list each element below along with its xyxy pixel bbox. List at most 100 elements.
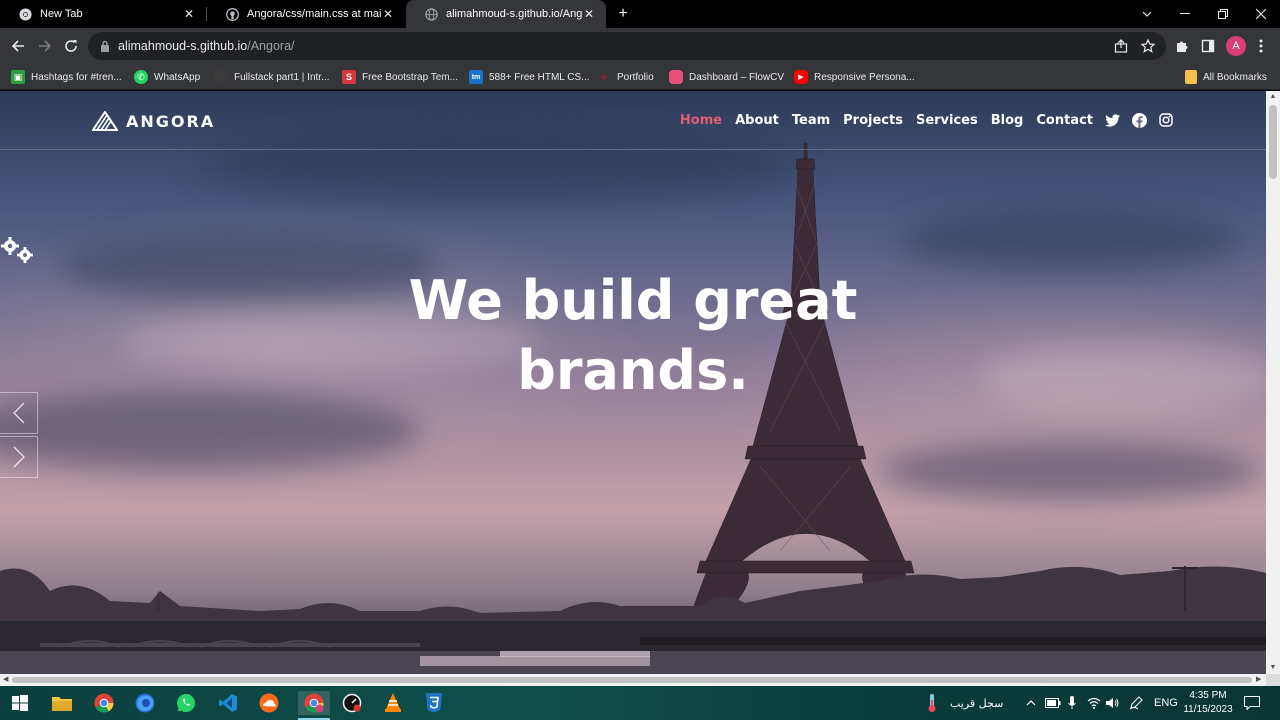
all-bookmarks-button[interactable]: All Bookmarks	[1185, 69, 1267, 85]
nav-services[interactable]: Services	[916, 113, 978, 128]
chrome-icon	[18, 7, 32, 21]
all-bookmarks-label: All Bookmarks	[1203, 71, 1267, 83]
url-text: alimahmoud-s.github.io/Angora/	[118, 39, 295, 53]
bookmark-item[interactable]: ▶ Responsive Persona...	[794, 69, 915, 85]
kebab-menu-icon[interactable]	[1252, 37, 1270, 55]
bookmark-item[interactable]: tm 588+ Free HTML CS...	[469, 69, 590, 85]
wifi-icon[interactable]	[1087, 686, 1101, 720]
extensions-icon[interactable]	[1173, 37, 1191, 55]
scrollbar-thumb[interactable]	[1269, 105, 1277, 179]
chrome-profile-icon[interactable]	[298, 691, 330, 715]
tab-angora[interactable]: alimahmoud-s.github.io/Angora ✕	[406, 0, 606, 28]
tab-new-tab[interactable]: New Tab ✕	[0, 0, 206, 28]
close-tab-icon[interactable]: ✕	[582, 7, 596, 21]
file-explorer-icon[interactable]	[50, 691, 74, 715]
bookmark-item[interactable]: ★ Portfolio	[597, 69, 654, 85]
youtube-icon: ▶	[794, 70, 808, 84]
microphone-icon[interactable]	[1068, 686, 1076, 720]
tm-icon: tm	[469, 70, 483, 84]
language-indicator[interactable]: ENG	[1154, 686, 1178, 720]
twitter-icon[interactable]	[1104, 112, 1120, 128]
scroll-down-arrow-icon[interactable]: ▼	[1269, 664, 1277, 672]
instagram-icon[interactable]	[1158, 112, 1174, 128]
scrollbar-corner	[1266, 674, 1280, 686]
image-icon: ▣	[11, 70, 25, 84]
scrollbar-thumb[interactable]	[12, 677, 1252, 683]
tray-overflow-icon[interactable]	[1026, 686, 1036, 720]
side-panel-icon[interactable]	[1199, 37, 1217, 55]
chrome-icon[interactable]	[92, 691, 116, 715]
clock-time: 4:35 PM	[1189, 690, 1227, 701]
main-nav: Home About Team Projects Services Blog C…	[667, 111, 1174, 129]
facebook-icon[interactable]	[1131, 112, 1147, 128]
start-icon[interactable]	[8, 691, 32, 715]
scroll-up-arrow-icon[interactable]: ▲	[1269, 93, 1277, 101]
nav-home[interactable]: Home	[680, 113, 722, 128]
minimize-icon[interactable]	[1166, 0, 1204, 28]
nav-about[interactable]: About	[735, 113, 779, 128]
bookmark-label: Fullstack part1 | Intr...	[234, 71, 330, 83]
address-bar[interactable]: alimahmoud-s.github.io/Angora/	[88, 32, 1166, 60]
weather-widget[interactable]: سجل قريب	[926, 686, 1003, 720]
profile-avatar[interactable]: A	[1226, 36, 1246, 56]
hero-line-1: We build great	[408, 269, 858, 332]
chevron-right-icon	[13, 446, 25, 468]
browser-tab-strip: New Tab ✕ Angora/css/main.css at main · …	[0, 0, 1280, 28]
weather-text: سجل قريب	[950, 696, 1004, 710]
vlc-icon[interactable]	[381, 691, 405, 715]
vscode-icon[interactable]	[216, 691, 240, 715]
close-tab-icon[interactable]: ✕	[381, 7, 395, 21]
slider-next-button[interactable]	[0, 436, 38, 478]
website-viewport: ANGORA Home About Team Projects Services…	[0, 91, 1266, 674]
new-tab-button[interactable]: +	[614, 5, 632, 23]
close-window-icon[interactable]	[1242, 0, 1280, 28]
s-letter-icon: S	[342, 70, 356, 84]
slider-prev-button[interactable]	[0, 392, 38, 434]
browser-toolbar: alimahmoud-s.github.io/Angora/ A	[0, 28, 1280, 64]
bookmark-item[interactable]: S Free Bootstrap Tem...	[342, 69, 458, 85]
scroll-right-arrow-icon[interactable]: ▶	[1256, 675, 1264, 683]
tab-github[interactable]: Angora/css/main.css at main · al ✕	[207, 0, 405, 28]
notification-icon[interactable]	[1244, 686, 1260, 720]
volume-icon[interactable]	[1106, 686, 1120, 720]
tab-search-icon[interactable]	[1128, 0, 1166, 28]
whatsapp-icon[interactable]	[174, 691, 198, 715]
close-tab-icon[interactable]: ✕	[182, 7, 196, 21]
restore-icon[interactable]	[1204, 0, 1242, 28]
bookmark-star-icon[interactable]	[1139, 37, 1157, 55]
nav-team[interactable]: Team	[792, 113, 830, 128]
folder-icon	[1185, 70, 1197, 84]
settings-gear-icon[interactable]	[0, 235, 36, 267]
bookmark-item[interactable]: ✆ WhatsApp	[134, 69, 200, 85]
windows-taskbar: سجل قريب ENG 4:35 PM 11/15/2023	[0, 686, 1280, 720]
clock-date: 11/15/2023	[1183, 704, 1233, 715]
logo-text: ANGORA	[126, 111, 216, 131]
nav-projects[interactable]: Projects	[843, 113, 903, 128]
angora-logo-icon	[92, 111, 118, 131]
scroll-left-arrow-icon[interactable]: ◀	[3, 675, 11, 683]
speed-icon[interactable]	[340, 691, 364, 715]
share-icon[interactable]	[1112, 37, 1130, 55]
url-path: /Angora/	[247, 39, 295, 53]
battery-icon[interactable]	[1045, 686, 1061, 720]
nav-contact[interactable]: Contact	[1036, 113, 1093, 128]
bookmark-item[interactable]: Fullstack part1 | Intr...	[214, 69, 329, 85]
reload-icon[interactable]	[62, 37, 80, 55]
bookmark-label: WhatsApp	[154, 71, 201, 83]
css3-icon[interactable]	[422, 691, 446, 715]
bookmark-label: Dashboard – FlowCV	[689, 71, 785, 83]
horizontal-scrollbar[interactable]: ◀ ▶	[0, 674, 1266, 686]
vertical-scrollbar[interactable]: ▲ ▼	[1266, 91, 1280, 674]
firefox-icon[interactable]	[133, 691, 157, 715]
nav-blog[interactable]: Blog	[991, 113, 1024, 128]
bookmark-item[interactable]: ▣ Hashtags for #tren...	[11, 69, 122, 85]
globe-icon	[424, 7, 438, 21]
clock[interactable]: 4:35 PM 11/15/2023	[1180, 689, 1236, 717]
cloud-app-icon[interactable]	[257, 691, 281, 715]
pen-icon[interactable]	[1129, 686, 1143, 720]
site-logo[interactable]: ANGORA	[92, 109, 215, 133]
back-icon[interactable]	[9, 37, 27, 55]
forward-icon[interactable]	[36, 37, 54, 55]
bookmark-item[interactable]: Dashboard – FlowCV	[669, 69, 784, 85]
bookmarks-bar: ▣ Hashtags for #tren... ✆ WhatsApp Fulls…	[0, 64, 1280, 90]
